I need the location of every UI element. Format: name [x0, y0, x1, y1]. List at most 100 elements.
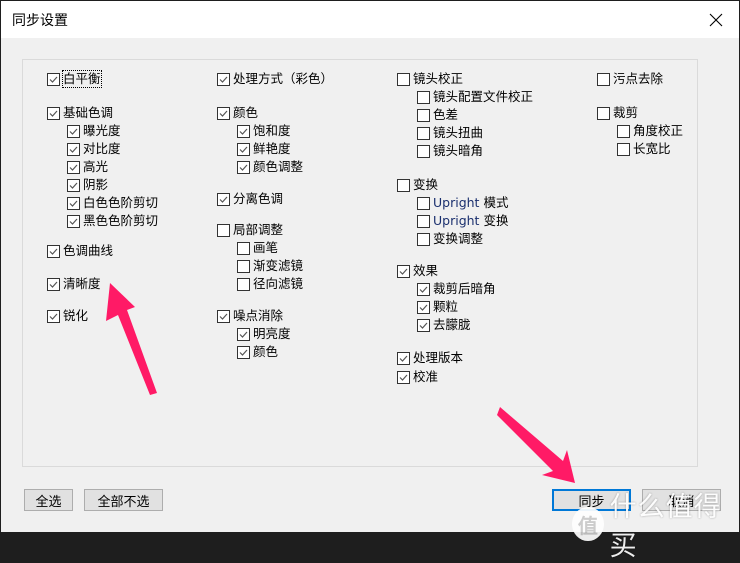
checkbox-2-1[interactable]: 处理方式（彩色） — [217, 70, 333, 88]
select-all-button[interactable]: 全选 — [24, 489, 73, 511]
checkbox-checked[interactable] — [67, 214, 80, 228]
checkbox-checked[interactable] — [397, 370, 410, 384]
checkbox-checked[interactable] — [417, 282, 430, 296]
sync-button[interactable]: 同步 — [552, 489, 631, 511]
sub-checkbox-3-3-3[interactable]: 去朦胧 — [417, 316, 471, 334]
checkbox-checked[interactable] — [67, 124, 80, 138]
checkbox-checked[interactable] — [47, 106, 60, 120]
checkbox-checked[interactable] — [217, 72, 230, 86]
checkbox-checked[interactable] — [237, 124, 250, 138]
title-bar: 同步设置 — [1, 1, 739, 38]
checkbox-checked[interactable] — [237, 142, 250, 156]
sub-checkbox-2-2-1[interactable]: 饱和度 — [237, 122, 291, 140]
checkbox-3-5[interactable]: 校准 — [397, 368, 438, 386]
sub-checkbox-3-2-1[interactable]: Upright 模式 — [417, 194, 508, 212]
sub-checkbox-1-2-6[interactable]: 黑色色阶剪切 — [67, 212, 158, 230]
checkbox-1-4[interactable]: 清晰度 — [47, 275, 101, 293]
checkbox-checked[interactable] — [417, 318, 430, 332]
checkbox-checked[interactable] — [67, 142, 80, 156]
sub-checkbox-1-2-1[interactable]: 曝光度 — [67, 122, 121, 140]
checkbox-unchecked[interactable] — [397, 178, 410, 192]
checkbox-label: 基础色调 — [63, 105, 114, 120]
checkbox-checked[interactable] — [67, 160, 80, 174]
checkbox-label: 分离色调 — [233, 191, 284, 206]
checkbox-unchecked[interactable] — [417, 144, 430, 158]
checkbox-4-1[interactable]: 污点去除 — [597, 70, 663, 88]
checkbox-unchecked[interactable] — [617, 124, 630, 138]
sub-checkbox-4-2-2[interactable]: 长宽比 — [617, 140, 671, 158]
checkbox-unchecked[interactable] — [617, 142, 630, 156]
checkbox-checked[interactable] — [237, 345, 250, 359]
checkbox-4-2[interactable]: 裁剪 — [597, 104, 638, 122]
checkbox-checked[interactable] — [47, 72, 60, 86]
checkbox-2-2[interactable]: 颜色 — [217, 104, 258, 122]
checkbox-checked[interactable] — [47, 244, 60, 258]
checkbox-1-3[interactable]: 色调曲线 — [47, 242, 113, 260]
sub-checkbox-1-2-3[interactable]: 高光 — [67, 158, 108, 176]
checkbox-label: 锐化 — [63, 308, 89, 323]
checkbox-checked[interactable] — [47, 277, 60, 291]
checkbox-unchecked[interactable] — [217, 223, 230, 237]
checkbox-checked[interactable] — [67, 196, 80, 210]
checkbox-checked[interactable] — [237, 327, 250, 341]
checkmark-icon — [239, 128, 248, 135]
checkbox-checked[interactable] — [217, 192, 230, 206]
sub-checkbox-2-2-3[interactable]: 颜色调整 — [237, 158, 303, 176]
checkbox-3-1[interactable]: 镜头校正 — [397, 70, 463, 88]
checkbox-unchecked[interactable] — [417, 214, 430, 228]
checkbox-checked[interactable] — [397, 351, 410, 365]
checkbox-2-4[interactable]: 局部调整 — [217, 221, 283, 239]
checkbox-2-5[interactable]: 噪点消除 — [217, 307, 283, 325]
checkbox-1-1[interactable]: 白平衡 — [47, 70, 102, 88]
sub-checkbox-3-1-2[interactable]: 色差 — [417, 106, 458, 124]
checkbox-unchecked[interactable] — [237, 277, 250, 291]
checkbox-checked[interactable] — [67, 178, 80, 192]
checkbox-unchecked[interactable] — [417, 232, 430, 246]
sub-checkbox-2-4-1[interactable]: 画笔 — [237, 239, 278, 257]
checkbox-unchecked[interactable] — [597, 106, 610, 120]
sub-checkbox-2-4-3[interactable]: 径向滤镜 — [237, 275, 303, 293]
checkbox-checked[interactable] — [47, 309, 60, 323]
checkbox-1-5[interactable]: 锐化 — [47, 307, 88, 325]
checkbox-2-3[interactable]: 分离色调 — [217, 190, 283, 208]
cancel-button[interactable]: 取消 — [642, 489, 721, 511]
checkbox-unchecked[interactable] — [597, 72, 610, 86]
select-none-button[interactable]: 全部不选 — [84, 489, 163, 511]
checkbox-1-2[interactable]: 基础色调 — [47, 104, 113, 122]
sub-checkbox-2-2-2[interactable]: 鲜艳度 — [237, 140, 291, 158]
checkbox-checked[interactable] — [417, 300, 430, 314]
sub-checkbox-2-5-2[interactable]: 颜色 — [237, 343, 278, 361]
checkbox-unchecked[interactable] — [237, 259, 250, 273]
checkbox-3-2[interactable]: 变换 — [397, 176, 438, 194]
sub-checkbox-3-2-3[interactable]: 变换调整 — [417, 230, 483, 248]
sub-checkbox-3-3-2[interactable]: 颗粒 — [417, 298, 458, 316]
checkmark-icon — [49, 281, 58, 288]
checkbox-checked[interactable] — [217, 106, 230, 120]
sub-checkbox-4-2-1[interactable]: 角度校正 — [617, 122, 683, 140]
sub-checkbox-3-2-2[interactable]: Upright 变换 — [417, 212, 508, 230]
sub-checkbox-3-1-3[interactable]: 镜头扭曲 — [417, 124, 483, 142]
checkbox-checked[interactable] — [217, 309, 230, 323]
checkbox-label: 角度校正 — [633, 123, 684, 138]
close-button[interactable] — [693, 1, 739, 38]
checkbox-unchecked[interactable] — [417, 196, 430, 210]
sub-checkbox-2-4-2[interactable]: 渐变滤镜 — [237, 257, 303, 275]
sub-checkbox-1-2-5[interactable]: 白色色阶剪切 — [67, 194, 158, 212]
checkbox-unchecked[interactable] — [397, 72, 410, 86]
checkbox-label: 阴影 — [83, 177, 109, 192]
checkbox-unchecked[interactable] — [237, 241, 250, 255]
checkbox-checked[interactable] — [237, 160, 250, 174]
checkbox-unchecked[interactable] — [417, 90, 430, 104]
checkbox-unchecked[interactable] — [417, 126, 430, 140]
checkbox-3-4[interactable]: 处理版本 — [397, 349, 463, 367]
checkbox-unchecked[interactable] — [417, 108, 430, 122]
sub-checkbox-1-2-4[interactable]: 阴影 — [67, 176, 108, 194]
sub-checkbox-3-1-4[interactable]: 镜头暗角 — [417, 142, 483, 160]
sub-checkbox-3-3-1[interactable]: 裁剪后暗角 — [417, 280, 496, 298]
checkbox-3-3[interactable]: 效果 — [397, 262, 438, 280]
sub-checkbox-1-2-2[interactable]: 对比度 — [67, 140, 121, 158]
sub-checkbox-3-1-1[interactable]: 镜头配置文件校正 — [417, 88, 533, 106]
checkbox-checked[interactable] — [397, 264, 410, 278]
checkbox-label: 颜色 — [253, 344, 279, 359]
sub-checkbox-2-5-1[interactable]: 明亮度 — [237, 325, 291, 343]
